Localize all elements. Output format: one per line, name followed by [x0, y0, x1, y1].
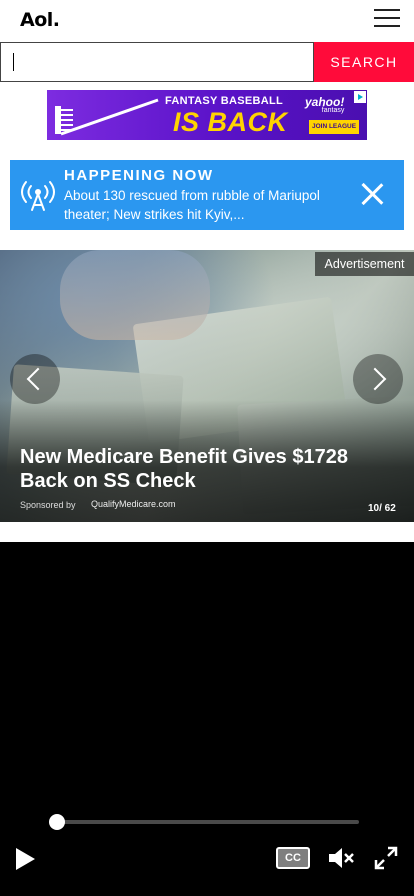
- page: Aol. SEARCH FANTASY BASEBALL IS BACK yah…: [0, 0, 414, 896]
- search-button[interactable]: SEARCH: [314, 42, 414, 82]
- sponsor-name[interactable]: QualifyMedicare.com: [91, 499, 176, 509]
- ad-brand: yahoo! fantasy: [305, 95, 344, 114]
- text-caret: [13, 53, 14, 71]
- hand-image: [60, 250, 210, 340]
- ad-cta-button[interactable]: JOIN LEAGUE: [309, 120, 359, 134]
- play-icon[interactable]: [14, 847, 38, 871]
- sponsored-by-label: Sponsored by: [20, 500, 76, 510]
- chevron-right-icon[interactable]: [353, 354, 403, 404]
- video-player[interactable]: CC: [0, 542, 414, 896]
- hamburger-menu-icon[interactable]: [374, 9, 400, 29]
- video-scrubber-handle[interactable]: [49, 814, 65, 830]
- ad-headline-top: FANTASY BASEBALL: [165, 95, 284, 107]
- slide-counter: 10/ 62: [368, 503, 396, 514]
- advertisement-label: Advertisement: [315, 252, 414, 276]
- top-header: Aol.: [0, 0, 414, 42]
- slide-title[interactable]: New Medicare Benefit Gives $1728 Back on…: [20, 445, 395, 493]
- rake-icon: [55, 98, 159, 136]
- fullscreen-icon[interactable]: [374, 846, 398, 870]
- search-input[interactable]: [0, 42, 314, 82]
- slideshow-gallery[interactable]: Advertisement New Medicare Benefit Gives…: [0, 250, 414, 522]
- aol-logo[interactable]: Aol.: [20, 9, 60, 31]
- ad-choices-icon[interactable]: [354, 91, 366, 103]
- happening-now-banner[interactable]: HAPPENING NOW About 130 rescued from rub…: [10, 160, 404, 230]
- ad-banner[interactable]: FANTASY BASEBALL IS BACK yahoo! fantasy …: [47, 90, 367, 140]
- happening-now-headline[interactable]: About 130 rescued from rubble of Mariupo…: [64, 186, 326, 224]
- search-bar: SEARCH: [0, 42, 414, 82]
- muted-speaker-icon[interactable]: [327, 845, 355, 871]
- closed-captions-button[interactable]: CC: [276, 847, 310, 869]
- chevron-left-icon[interactable]: [10, 354, 60, 404]
- ad-headline-main: IS BACK: [173, 107, 288, 137]
- broadcast-antenna-icon: [21, 181, 55, 211]
- video-progress-track[interactable]: [56, 820, 359, 824]
- happening-now-title: HAPPENING NOW: [64, 167, 214, 184]
- close-icon[interactable]: [360, 182, 384, 206]
